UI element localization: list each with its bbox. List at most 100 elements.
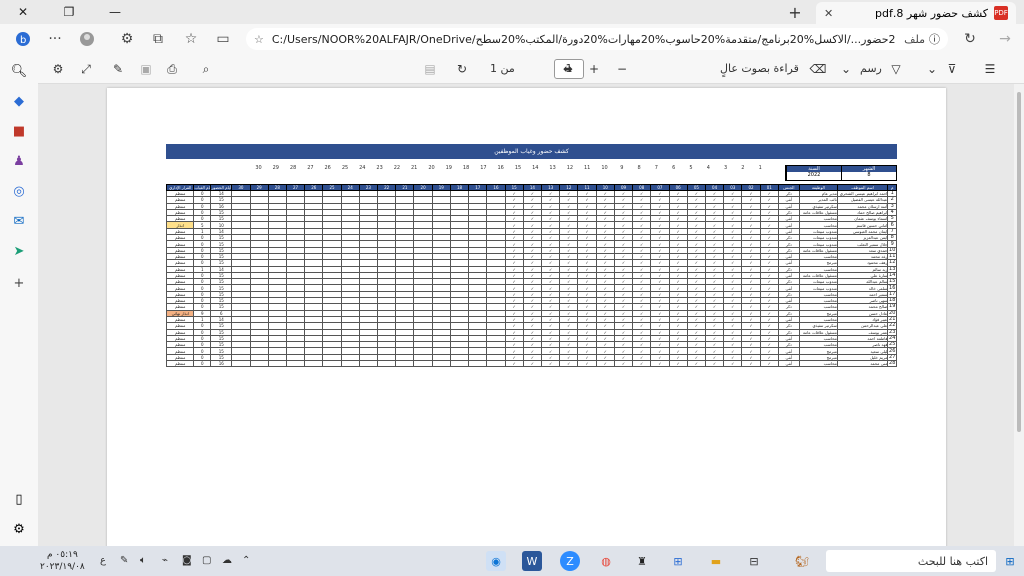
job-cell: مسئول علاقات عامة — [798, 328, 838, 336]
pen-icon[interactable]: ✎ — [120, 555, 128, 566]
zoom-in-icon[interactable]: + — [586, 61, 602, 77]
split-screen-icon[interactable]: ▭ — [208, 24, 238, 54]
taskbar-search-input[interactable]: اكتب هنا للبحث — [826, 550, 996, 572]
highlight-chevron-icon[interactable]: ⌄ — [924, 61, 940, 77]
zoom-icon[interactable]: Z — [560, 551, 580, 571]
outlook-icon[interactable]: ✉ — [10, 212, 28, 230]
highlight-icon[interactable]: ⊽ — [944, 61, 960, 77]
drop-icon[interactable]: ➤ — [10, 242, 28, 260]
favorites-icon[interactable]: ☆ — [176, 24, 206, 54]
sidebar-settings-icon[interactable]: ⚙ — [10, 520, 28, 538]
microsoft365-icon[interactable]: ◎ — [10, 182, 28, 200]
hide-sidebar-icon[interactable]: ▯ — [10, 490, 28, 508]
document-banner: كشف حضور وغياب الموظفين — [166, 144, 897, 159]
day-number-label: 24 — [359, 165, 366, 171]
fit-to-width-icon[interactable]: ⬌ — [560, 61, 576, 77]
restore-window-button[interactable]: ❐ — [46, 0, 92, 24]
camera-icon[interactable]: ◙ — [182, 555, 192, 566]
chrome-icon[interactable]: ◍ — [596, 551, 616, 571]
decision-cell: منتظم — [165, 359, 195, 368]
draw-button[interactable]: رسم — [860, 62, 882, 75]
url-bar[interactable]: ☆ C:/Users/NOOR%20ALFAJR/OneDrive/كشف%20… — [246, 28, 948, 50]
windows-start-icon[interactable]: ⊞ — [1000, 551, 1020, 571]
row-number-cell: 13 — [887, 265, 897, 273]
close-tab-icon[interactable]: ✕ — [824, 7, 833, 20]
store-icon[interactable]: ♜ — [632, 551, 652, 571]
row-number-cell: 27 — [887, 353, 897, 362]
tools-icon[interactable]: ■ — [10, 122, 28, 140]
extensions-icon[interactable]: ⚙ — [112, 24, 142, 54]
vertical-scrollbar[interactable] — [1014, 84, 1024, 546]
word-icon[interactable]: W — [522, 551, 542, 571]
settings-icon[interactable]: ⚙ — [50, 61, 66, 77]
shopping-icon[interactable]: ◆ — [10, 92, 28, 110]
scrollbar-thumb[interactable] — [1017, 92, 1021, 432]
forward-icon[interactable]: → — [990, 24, 1020, 54]
windows-store-icon[interactable]: ⊞ — [668, 551, 688, 571]
task-view-icon[interactable]: ⊟ — [744, 551, 764, 571]
day-number-label: 3 — [724, 165, 728, 171]
day-number-label: 21 — [411, 165, 418, 171]
draw-chevron-icon[interactable]: ⌄ — [838, 61, 854, 77]
row-number-cell: 11 — [887, 252, 897, 261]
name-cell: منى محمد — [836, 359, 889, 368]
day-number-label: 25 — [341, 165, 349, 171]
attendance-table: القرار الإداري أيام الغياب أيام الحضور 30 29… — [165, 184, 897, 368]
favorite-star-icon[interactable]: ☆ — [254, 33, 264, 46]
day-cell — [249, 359, 269, 368]
day-cell — [431, 359, 451, 368]
rotate-icon[interactable]: ↻ — [454, 61, 470, 77]
day-number-label: 15 — [514, 165, 522, 171]
row-number-cell: 17 — [887, 290, 897, 299]
save-as-icon[interactable]: ✎ — [110, 61, 126, 77]
system-clock[interactable]: ٠٥:١٩ م ٢٠٢٣/١٩/٠٨ — [40, 549, 85, 573]
tab-pdf[interactable]: PDF كشف حضور شهر 8.pdf ✕ — [816, 2, 1016, 24]
add-sidebar-icon[interactable]: + — [10, 274, 28, 292]
info-icon[interactable]: ⓘ — [929, 31, 940, 47]
minimize-window-button[interactable]: — — [92, 0, 138, 24]
input-language[interactable]: ع — [100, 555, 106, 566]
show-hidden-icons[interactable]: ⌃ — [242, 555, 250, 566]
games-icon[interactable]: ♟ — [10, 152, 28, 170]
zoom-out-icon[interactable]: − — [614, 61, 630, 77]
copilot-icon[interactable]: b — [8, 24, 38, 54]
day-cell — [304, 359, 324, 368]
row-number-cell: 20 — [887, 309, 897, 317]
print-icon[interactable]: ⎙ — [164, 61, 180, 77]
month-year-box: السنة الشهر 2022 8 — [785, 165, 897, 181]
find-icon[interactable]: ⌕ — [198, 61, 214, 77]
volume-icon[interactable]: 🔈︎ — [140, 555, 146, 566]
day-cell: ✓ — [632, 359, 652, 368]
work-days-cell: 16 — [210, 359, 233, 368]
fullscreen-icon[interactable]: ⤢ — [78, 61, 94, 77]
day-cell: ✓ — [559, 359, 579, 368]
day-cell — [395, 359, 415, 368]
clock-date: ٢٠٢٣/١٩/٠٨ — [40, 562, 85, 572]
file-explorer-icon[interactable]: ▬ — [706, 551, 726, 571]
refresh-icon[interactable]: ↻ — [955, 24, 985, 54]
row-number-cell: 14 — [887, 271, 897, 280]
notification-icon[interactable]: ▢ — [202, 555, 211, 566]
job-cell: مسئول علاقات عامة — [798, 246, 838, 254]
more-options-icon[interactable]: ··· — [40, 24, 70, 54]
save-icon[interactable]: ▣ — [138, 61, 154, 77]
new-tab-button[interactable]: + — [780, 0, 810, 24]
network-icon[interactable]: ⌁ — [162, 555, 168, 566]
profile-avatar[interactable] — [72, 24, 102, 54]
erase-icon[interactable]: ⌫ — [810, 61, 827, 77]
edge-taskbar-icon[interactable]: ◉ — [486, 551, 506, 571]
row-number-cell: 15 — [887, 278, 897, 286]
collections-icon[interactable]: ⧉ — [143, 24, 173, 54]
draw-icon[interactable]: ▽ — [888, 61, 904, 77]
day-number-label: 4 — [706, 165, 710, 171]
cloud-icon[interactable]: ☁ — [222, 555, 232, 566]
year-value: 2022 — [786, 172, 841, 180]
contents-icon[interactable]: ☰ — [982, 61, 998, 77]
page-view-icon[interactable]: ▤ — [422, 61, 438, 77]
row-number-cell: 28 — [887, 359, 897, 368]
day-number-label: 16 — [497, 165, 504, 171]
day-number-label: 7 — [654, 165, 658, 171]
search-icon[interactable]: 🔍︎ — [10, 62, 28, 80]
read-aloud-button[interactable]: قراءة بصوت عالٍ — [720, 62, 799, 75]
close-window-button[interactable]: ✕ — [0, 0, 46, 24]
